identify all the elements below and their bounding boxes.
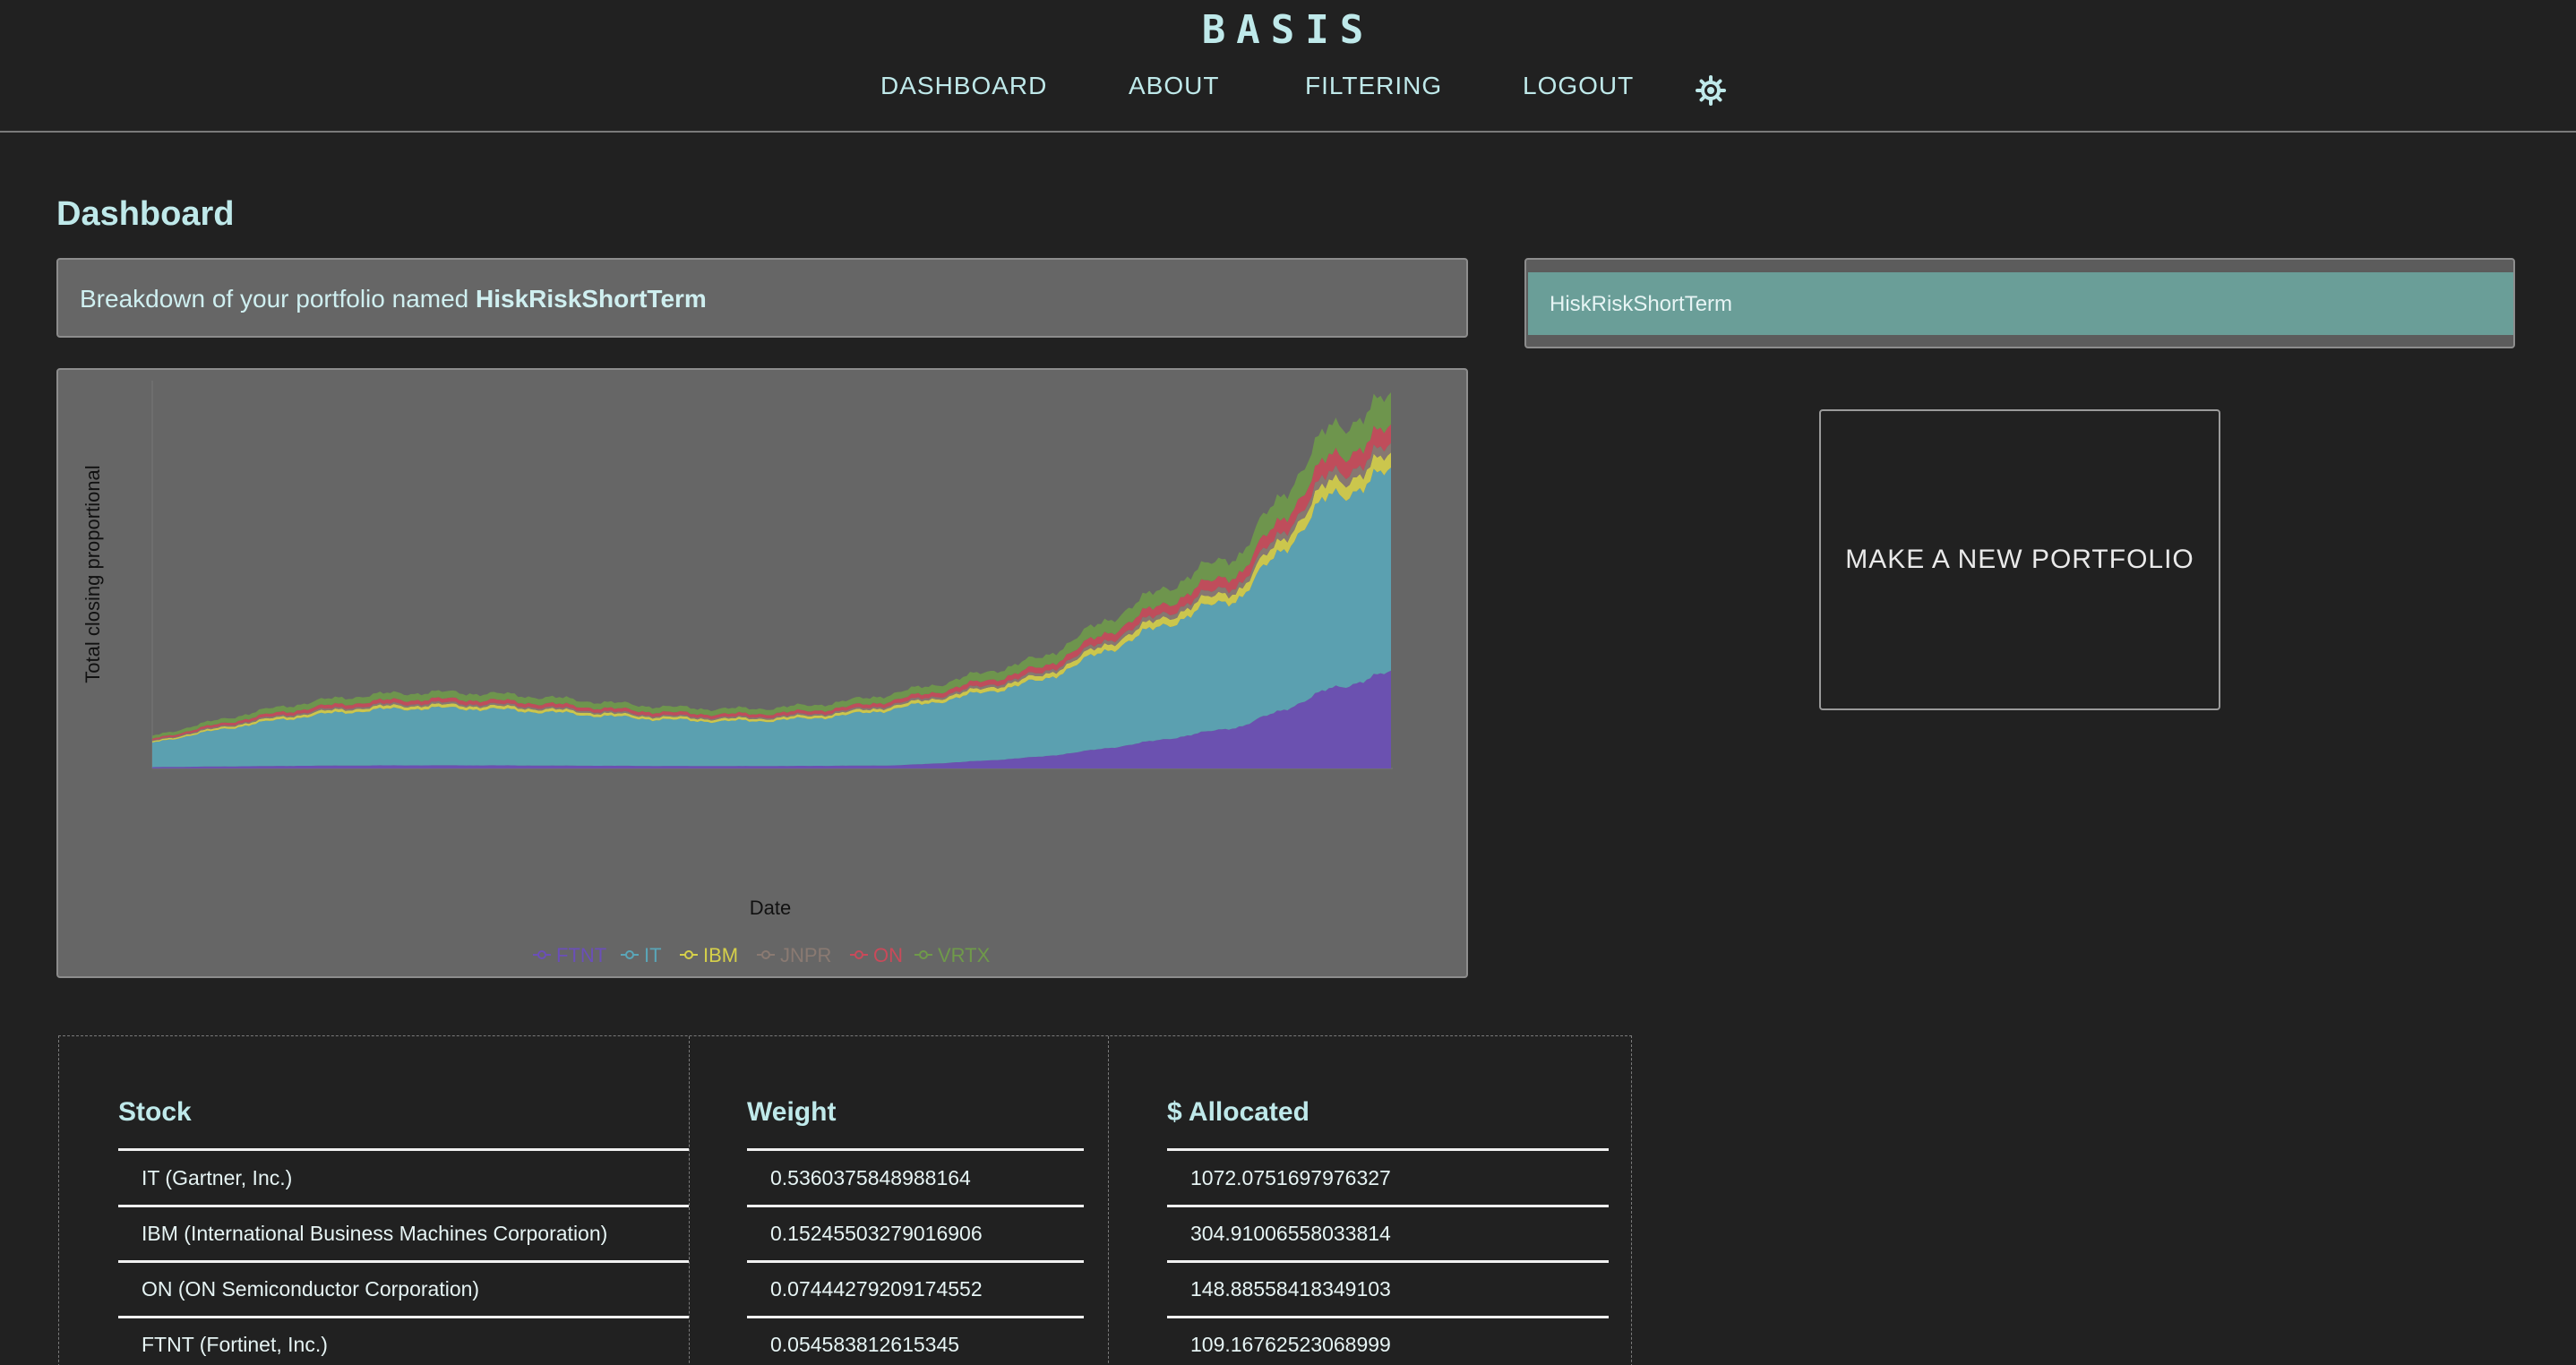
- nav-logout[interactable]: LOGOUT: [1523, 72, 1634, 100]
- chart-areas: [152, 392, 1391, 768]
- row-divider: [118, 1260, 689, 1263]
- legend-label: JNPR: [780, 944, 831, 966]
- top-nav-bar: BASIS DASHBOARD ABOUT FILTERING LOGOUT: [0, 0, 2576, 133]
- row-divider: [747, 1260, 1084, 1263]
- column-divider: [689, 1036, 690, 1365]
- breakdown-text: Breakdown of your portfolio named: [80, 285, 469, 313]
- row-divider: [1167, 1205, 1609, 1207]
- stacked-area-chart: Total closing proportional Date FTNT IT IB…: [82, 381, 1393, 966]
- allocated-cell: 1072.0751697976327: [1190, 1166, 1391, 1189]
- stock-cell: ON (ON Semiconductor Corporation): [142, 1277, 480, 1301]
- app-logo[interactable]: BASIS: [0, 7, 2576, 53]
- nav-filtering[interactable]: FILTERING: [1305, 72, 1442, 100]
- row-divider: [1167, 1316, 1609, 1318]
- legend-label: IBM: [703, 944, 738, 966]
- portfolio-chart: Total closing proportional Date FTNT IT IB…: [56, 368, 1468, 978]
- weight-cell: 0.07444279209174552: [770, 1277, 983, 1301]
- legend-item-ftnt[interactable]: FTNT: [533, 944, 606, 966]
- chart-legend: FTNT IT IBM JNPR ON VRTX: [533, 944, 991, 966]
- nav-about[interactable]: ABOUT: [1129, 72, 1219, 100]
- weight-cell: 0.054583812615345: [770, 1333, 960, 1356]
- header-weight: Weight: [747, 1097, 837, 1127]
- row-divider: [118, 1316, 689, 1318]
- row-divider: [747, 1205, 1084, 1207]
- legend-item-vrtx[interactable]: VRTX: [914, 944, 991, 966]
- y-axis-label: Total closing proportional: [82, 465, 104, 682]
- header-underline: [747, 1148, 1084, 1151]
- row-divider: [1167, 1260, 1609, 1263]
- allocation-table: Stock Weight $ Allocated IT (Gartner, In…: [58, 1035, 1632, 1365]
- legend-label: FTNT: [556, 944, 606, 966]
- legend-label: VRTX: [938, 944, 991, 966]
- row-divider: [747, 1316, 1084, 1318]
- column-divider: [1108, 1036, 1109, 1365]
- row-divider: [118, 1205, 689, 1207]
- new-portfolio-button[interactable]: MAKE A NEW PORTFOLIO: [1819, 409, 2220, 710]
- legend-label: ON: [873, 944, 903, 966]
- allocated-cell: 109.16762523068999: [1190, 1333, 1391, 1356]
- header-underline: [118, 1148, 689, 1151]
- stock-cell: IT (Gartner, Inc.): [142, 1166, 293, 1189]
- breakdown-portfolio-name: HiskRiskShortTerm: [476, 285, 707, 313]
- legend-item-ibm[interactable]: IBM: [680, 944, 738, 966]
- header-underline: [1167, 1148, 1609, 1151]
- legend-item-it[interactable]: IT: [621, 944, 662, 966]
- stock-cell: FTNT (Fortinet, Inc.): [142, 1333, 328, 1356]
- legend-label: IT: [644, 944, 662, 966]
- header-allocated: $ Allocated: [1167, 1097, 1309, 1127]
- area-it: [152, 468, 1391, 768]
- header-stock: Stock: [118, 1097, 192, 1127]
- weight-cell: 0.15245503279016906: [770, 1222, 983, 1245]
- nav-dashboard[interactable]: DASHBOARD: [880, 72, 1047, 100]
- allocated-cell: 304.91006558033814: [1190, 1222, 1391, 1245]
- page-title: Dashboard: [56, 195, 235, 233]
- allocated-cell: 148.88558418349103: [1190, 1277, 1391, 1301]
- stock-cell: IBM (International Business Machines Cor…: [142, 1222, 608, 1245]
- portfolio-list-item[interactable]: HiskRiskShortTerm: [1528, 272, 2513, 335]
- legend-item-jnpr[interactable]: JNPR: [757, 944, 831, 966]
- portfolio-list: HiskRiskShortTerm: [1524, 258, 2515, 348]
- x-axis-label: Date: [750, 897, 791, 919]
- legend-item-on[interactable]: ON: [850, 944, 903, 966]
- theme-toggle-icon[interactable]: [1696, 75, 1726, 106]
- portfolio-breakdown-banner: Breakdown of your portfolio named HiskRi…: [56, 258, 1468, 338]
- weight-cell: 0.5360375848988164: [770, 1166, 971, 1189]
